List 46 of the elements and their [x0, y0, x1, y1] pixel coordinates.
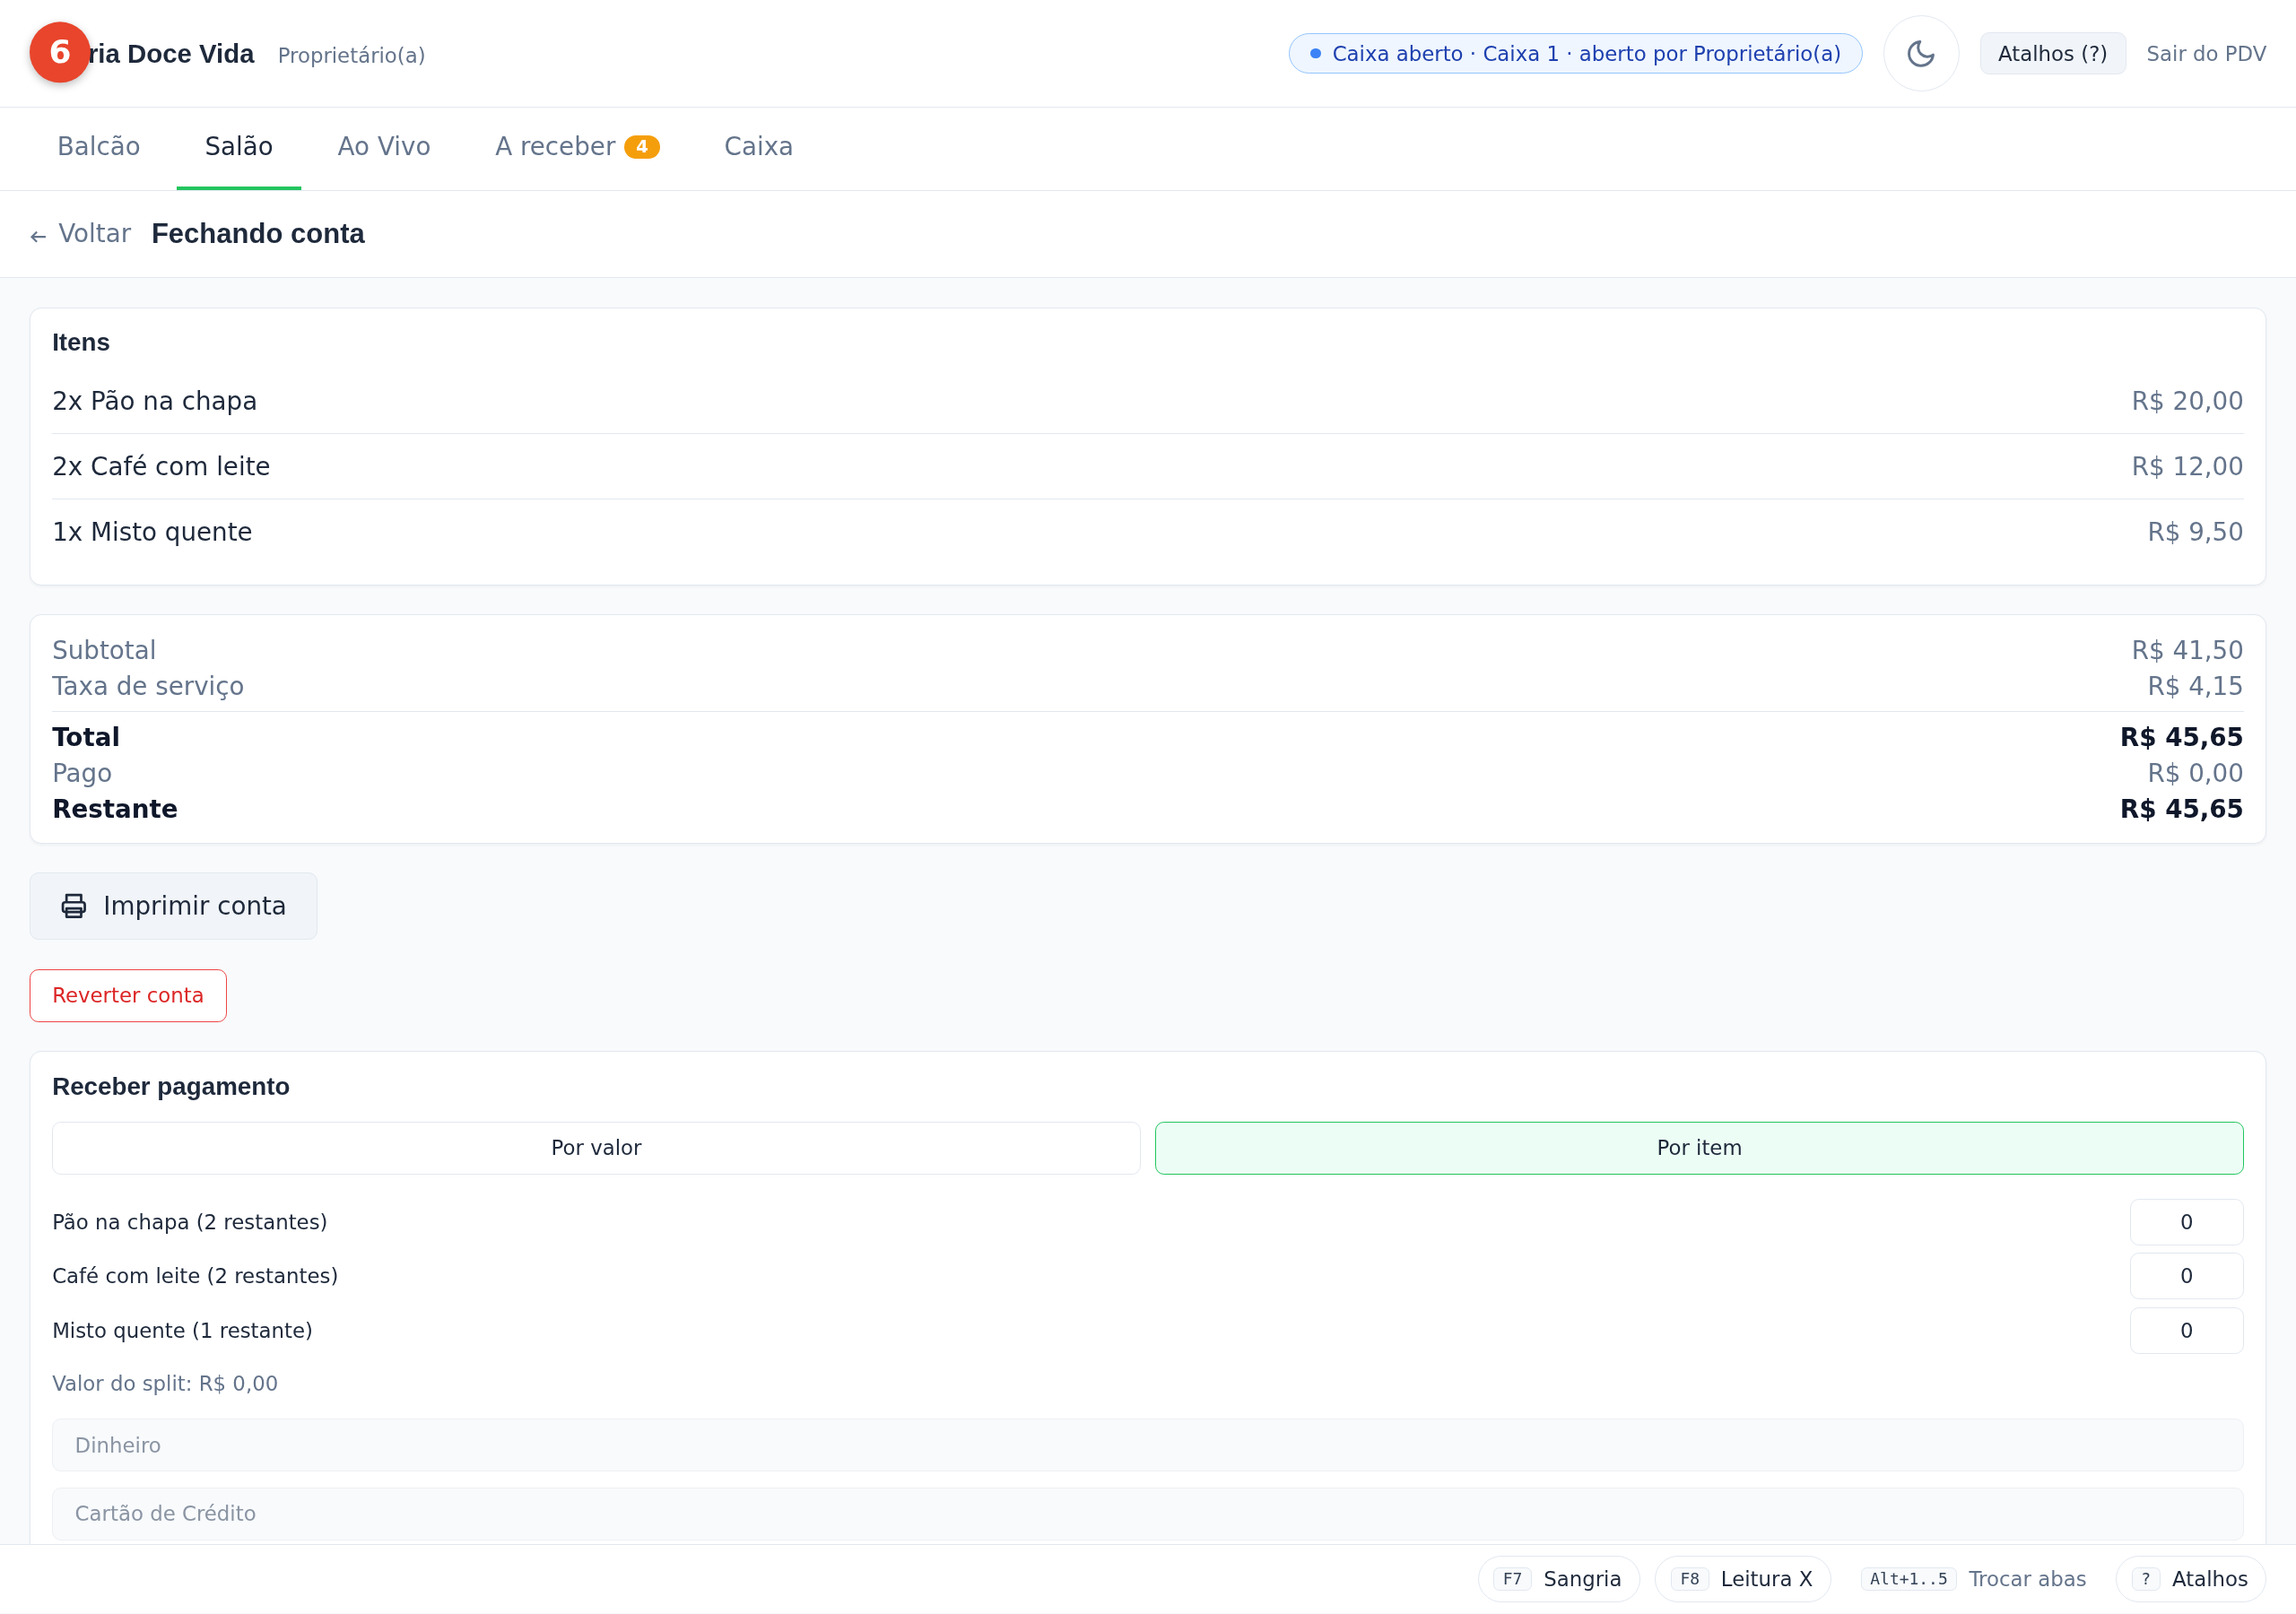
item-name: 2x Café com leite	[52, 451, 271, 482]
split-item-label: Pão na chapa (2 restantes)	[52, 1210, 328, 1234]
shortcut-button[interactable]: F7 Sangria	[1477, 1555, 1640, 1602]
tab[interactable]: Caixa	[696, 108, 822, 190]
total-value: R$ 4,15	[2147, 671, 2244, 703]
count-badge: 4	[624, 134, 660, 159]
total-label: Pago	[52, 758, 113, 791]
card-title: Receber pagamento	[52, 1072, 291, 1102]
keyboard-key: Alt+1..5	[1860, 1566, 1958, 1591]
split-item-label: Misto quente (1 restante)	[52, 1318, 313, 1342]
shortcut-button[interactable]: ? Atalhos	[2116, 1555, 2267, 1602]
quantity-input[interactable]: 0	[2129, 1198, 2244, 1245]
back-link[interactable]: Voltar	[29, 219, 132, 249]
item-price: R$ 9,50	[2147, 516, 2244, 547]
shortcut-button[interactable]: F8 Leitura X	[1655, 1555, 1831, 1602]
total-label: Taxa de serviço	[52, 671, 245, 703]
total-value: R$ 0,00	[2147, 758, 2244, 791]
item-name: 2x Pão na chapa	[52, 386, 258, 416]
card-title: Itens	[52, 328, 111, 358]
tab[interactable]: Balcão	[29, 108, 169, 190]
tab[interactable]: A receber 4	[467, 108, 688, 190]
item-price: R$ 12,00	[2131, 451, 2244, 482]
back-arrow-icon	[29, 229, 48, 245]
cash-register-status: Caixa aberto · Caixa 1 · aberto por Proprietário(a)	[1289, 33, 1863, 74]
shortcuts-button[interactable]: Atalhos (?)	[1979, 31, 2126, 75]
print-bill-button[interactable]: Imprimir conta	[29, 872, 317, 941]
total-label: Restante	[52, 794, 178, 827]
item-name: 1x Misto quente	[52, 516, 253, 547]
total-value: R$ 45,65	[2119, 722, 2244, 755]
quantity-input[interactable]: 0	[2129, 1253, 2244, 1300]
quantity-input[interactable]: 0	[2129, 1306, 2244, 1354]
total-label: Total	[52, 722, 120, 755]
shortcut-hint: Trocar abas	[1969, 1566, 2087, 1591]
tab[interactable]: Ao Vivo	[309, 108, 459, 190]
total-label: Subtotal	[52, 635, 157, 667]
page-title: Fechando conta	[151, 217, 365, 250]
revert-bill-button[interactable]: Reverter conta	[29, 969, 228, 1022]
split-mode-toggle[interactable]: Por item	[1155, 1122, 2244, 1175]
user-role: Proprietário(a)	[277, 43, 426, 67]
exit-link[interactable]: Sair do PDV	[2146, 41, 2267, 65]
split-item-label: Café com leite (2 restantes)	[52, 1264, 339, 1289]
item-price: R$ 20,00	[2131, 386, 2244, 416]
total-value: R$ 41,50	[2131, 635, 2244, 667]
split-value: Valor do split: R$ 0,00	[52, 1372, 280, 1396]
total-value: R$ 45,65	[2119, 794, 2244, 827]
split-mode-toggle[interactable]: Por valor	[52, 1122, 1141, 1175]
